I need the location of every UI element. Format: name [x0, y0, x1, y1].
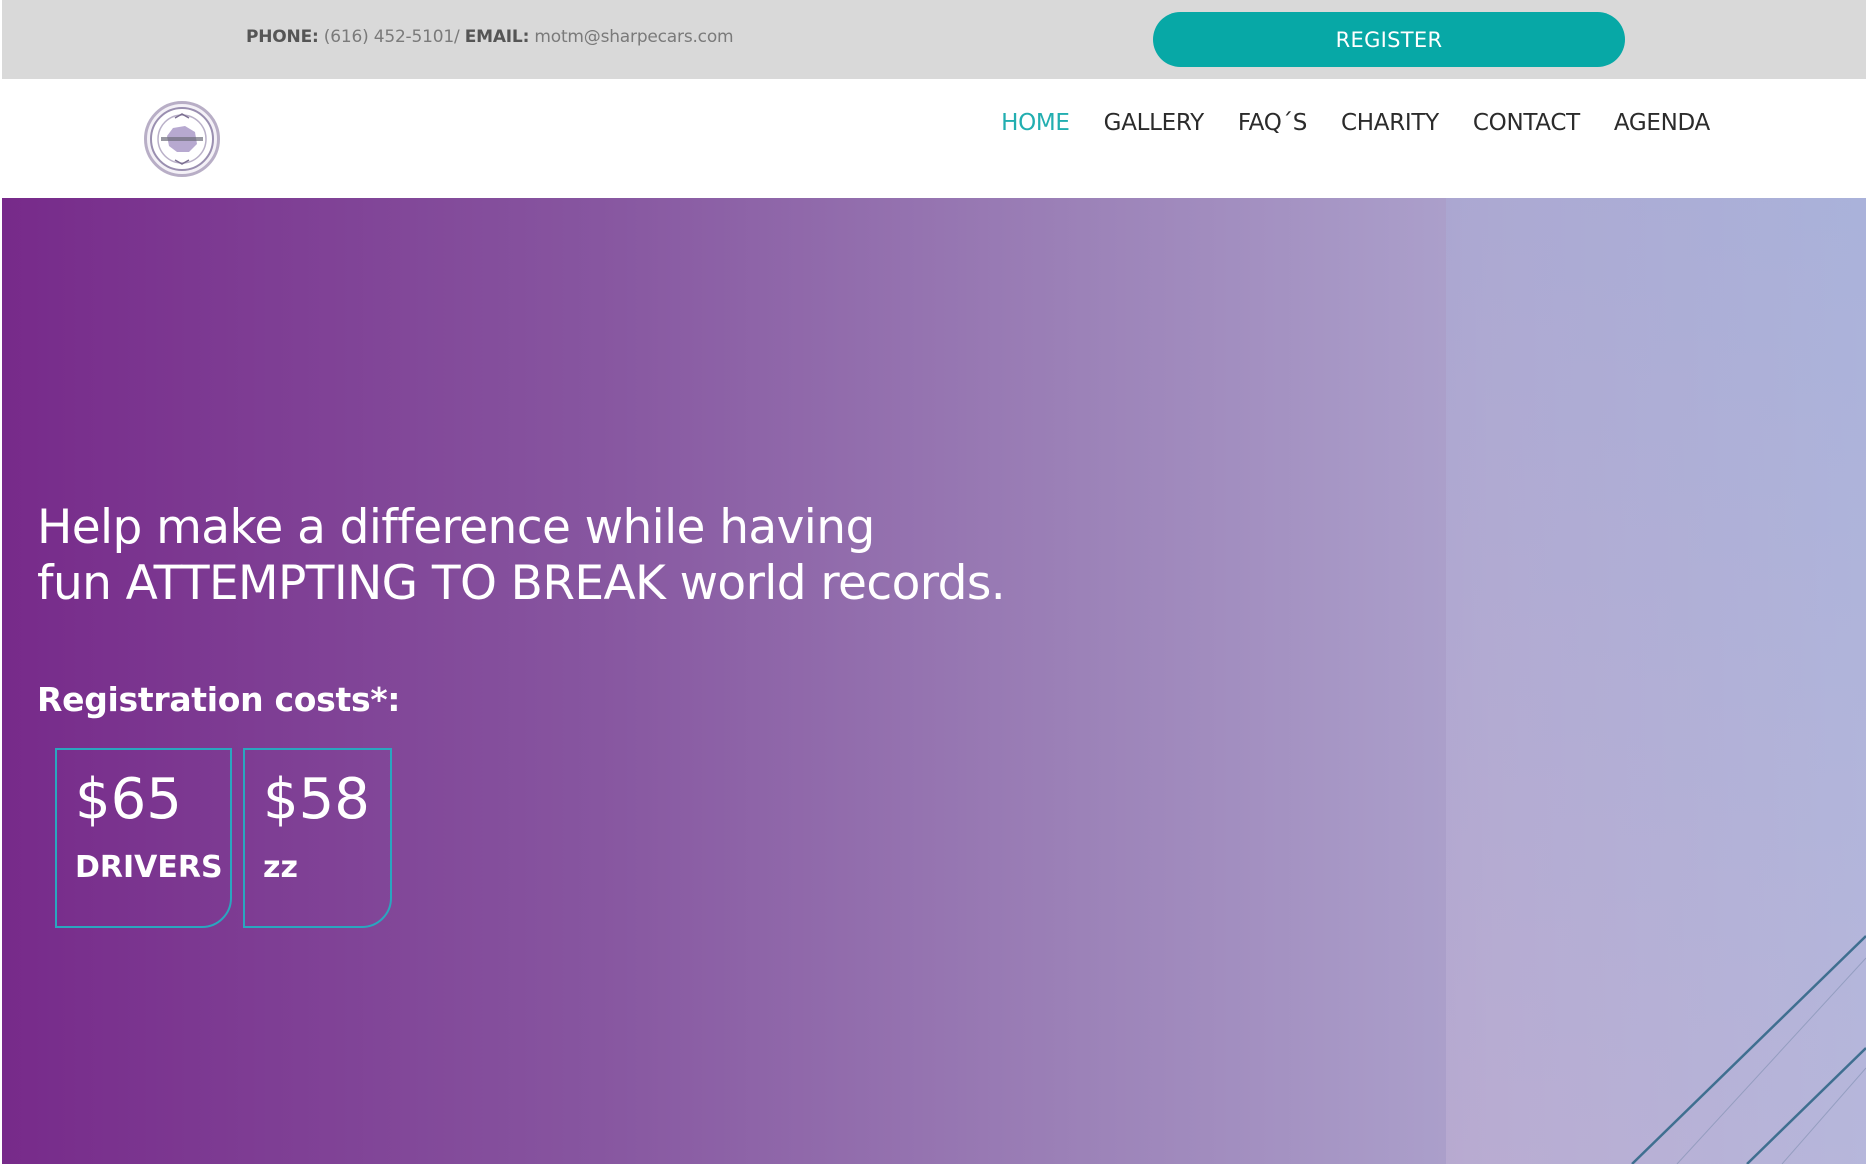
contact-info: PHONE: (616) 452-5101/ EMAIL: motm@sharp… — [246, 27, 734, 47]
email-label: EMAIL: — [464, 27, 530, 47]
nav-item-charity[interactable]: CHARITY — [1341, 110, 1439, 136]
price-tier-label: zz — [263, 850, 298, 885]
hero-headline-line-2: fun ATTEMPTING TO BREAK world records. — [37, 556, 1006, 611]
top-utility-bar: PHONE: (616) 452-5101/ EMAIL: motm@sharp… — [2, 0, 1866, 79]
hero-headline: Help make a difference while having fun … — [37, 500, 1006, 612]
phone-number-link[interactable]: (616) 452-5101/ — [324, 27, 460, 47]
circular-seal-logo-icon — [150, 107, 214, 171]
bridge-cables-graphic — [1631, 935, 1866, 1164]
registration-costs-label: Registration costs*: — [37, 680, 401, 719]
hero-section: Help make a difference while having fun … — [2, 198, 1866, 1164]
nav-item-faqs[interactable]: FAQ´S — [1238, 110, 1307, 136]
price-card-drivers: $65 DRIVERS — [55, 748, 232, 928]
price-tier-label: DRIVERS — [75, 850, 223, 885]
price-card-zz: $58 zz — [243, 748, 392, 928]
main-navbar: HOME GALLERY FAQ´S CHARITY CONTACT AGEND… — [2, 79, 1866, 198]
site-logo[interactable] — [144, 101, 220, 177]
email-link[interactable]: motm@sharpecars.com — [534, 27, 733, 47]
primary-nav: HOME GALLERY FAQ´S CHARITY CONTACT AGEND… — [967, 110, 1710, 136]
nav-item-agenda[interactable]: AGENDA — [1614, 110, 1710, 136]
register-button[interactable]: REGISTER — [1153, 12, 1625, 67]
price-amount: $65 — [75, 767, 182, 832]
price-amount: $58 — [263, 767, 370, 832]
nav-item-gallery[interactable]: GALLERY — [1104, 110, 1204, 136]
hero-headline-line-1: Help make a difference while having — [37, 500, 875, 555]
nav-item-home[interactable]: HOME — [1001, 110, 1070, 136]
phone-label: PHONE: — [246, 27, 319, 47]
nav-item-contact[interactable]: CONTACT — [1473, 110, 1580, 136]
